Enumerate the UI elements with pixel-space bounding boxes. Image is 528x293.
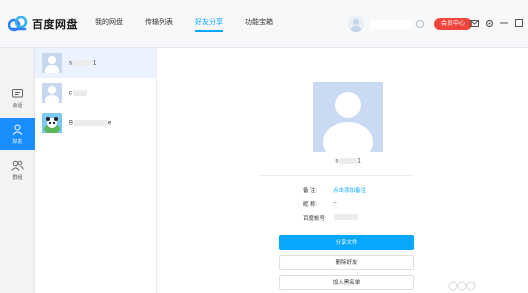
mail-icon[interactable] (468, 17, 480, 29)
add-remark-link[interactable]: 点击添加备注 (333, 186, 366, 194)
avatar (42, 83, 62, 103)
watermark-icon (448, 281, 476, 291)
baidu-cloud-logo-icon (8, 16, 28, 32)
list-item[interactable]: Be (35, 108, 157, 138)
list-item[interactable]: s1 (35, 48, 157, 78)
friend-list: s1 c Be (35, 48, 157, 293)
nav-friend-share[interactable]: 好友分享 (195, 17, 223, 37)
title-bar: 百度网盘 我的网盘 传输列表 好友分享 功能宝箱 会员中心 (0, 0, 528, 48)
main-nav: 我的网盘 传输列表 好友分享 功能宝箱 (95, 17, 295, 37)
sidebar-item-chat[interactable]: 会话 (0, 82, 35, 114)
app-title: 百度网盘 (32, 19, 78, 31)
friend-name: c (69, 89, 87, 96)
sidebar-item-label: 群组 (12, 174, 23, 181)
sidebar-item-label: 会话 (12, 102, 23, 109)
friend-name: s1 (69, 59, 97, 67)
remark-row: 备 注: 点击添加备注 (303, 186, 366, 194)
account-label: 百度帐号: (303, 216, 327, 222)
avatar (42, 53, 62, 73)
left-sidebar: 会话 好友 群组 (0, 48, 35, 293)
panda-icon (42, 113, 62, 133)
sidebar-item-groups[interactable]: 群组 (0, 154, 35, 186)
list-item[interactable]: c (35, 78, 157, 108)
user-status-icon[interactable] (416, 20, 424, 28)
sidebar-item-label: 好友 (12, 138, 23, 145)
add-to-blacklist-button[interactable]: 加入黑名单 (279, 275, 414, 290)
maximize-icon[interactable] (513, 17, 525, 29)
minimize-icon[interactable] (498, 17, 510, 29)
delete-friend-button[interactable]: 删除好友 (279, 255, 414, 270)
nickname-label: 昵 称: (303, 202, 318, 208)
friend-name: Be (69, 119, 112, 127)
app-logo: 百度网盘 (8, 14, 78, 34)
user-name-redacted[interactable] (370, 19, 412, 29)
nav-my-disk[interactable]: 我的网盘 (95, 17, 123, 37)
share-file-button[interactable]: 分享文件 (279, 235, 414, 250)
group-icon (11, 160, 25, 172)
account-row: 百度帐号: (303, 214, 358, 222)
avatar (42, 113, 62, 133)
window-controls (468, 17, 528, 29)
account-value (333, 214, 358, 222)
nickname-value: -- (333, 200, 337, 206)
detail-friend-name: s1 (335, 158, 361, 165)
chat-icon (11, 88, 25, 100)
user-area: 会员中心 (348, 16, 473, 32)
settings-gear-icon[interactable] (483, 17, 495, 29)
vip-center-button[interactable]: 会员中心 (434, 18, 473, 30)
avatar (313, 82, 383, 152)
nav-toolbox[interactable]: 功能宝箱 (245, 17, 273, 37)
divider (259, 175, 414, 176)
friend-icon (11, 124, 25, 136)
nickname-row: 昵 称: -- (303, 200, 337, 208)
nav-transfer-list[interactable]: 传输列表 (145, 17, 173, 37)
user-avatar[interactable] (348, 16, 364, 32)
friend-detail-panel: s1 备 注: 点击添加备注 昵 称: -- 百度帐号: 分享文件 删除好友 加… (157, 48, 528, 293)
sidebar-item-friends[interactable]: 好友 (0, 118, 35, 150)
remark-label: 备 注: (303, 188, 318, 194)
